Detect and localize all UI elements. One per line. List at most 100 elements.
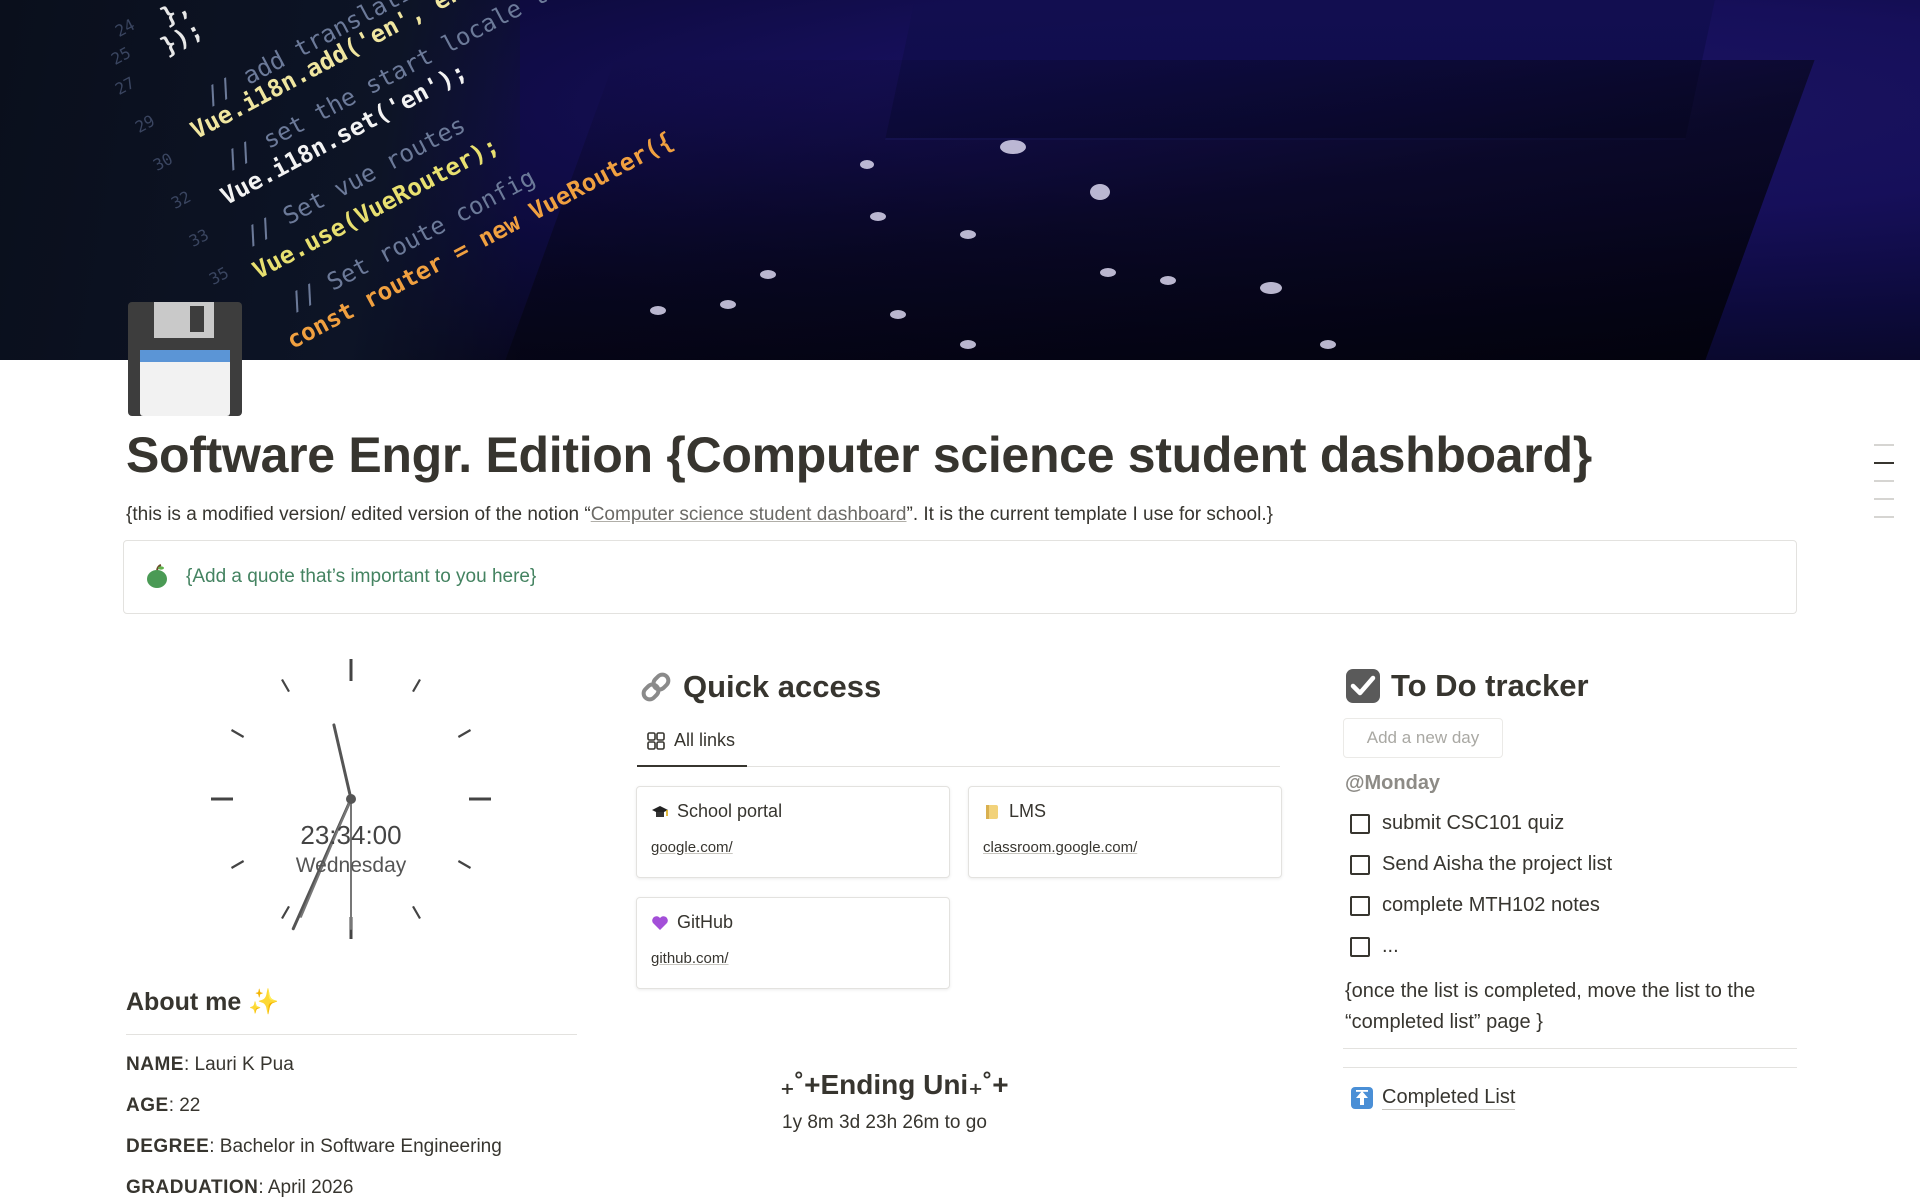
keyboard-key (960, 340, 976, 349)
todo-item[interactable]: submit CSC101 quiz (1350, 812, 1564, 835)
field-label: NAME (126, 1054, 184, 1075)
card-url[interactable]: classroom.google.com/ (983, 839, 1137, 856)
about-degree: DEGREE: Bachelor in Software Engineering (126, 1136, 502, 1158)
analog-clock (200, 652, 502, 954)
description-text: {this is a modified version/ edited vers… (126, 504, 591, 525)
toc-mark[interactable] (1874, 498, 1894, 500)
keyboard-key (890, 310, 906, 319)
scroll-icon (986, 804, 998, 819)
checkbox[interactable] (1350, 936, 1370, 957)
field-label: AGE (126, 1095, 169, 1116)
graduation-cap-icon (652, 805, 668, 817)
todo-text[interactable]: submit CSC101 quiz (1382, 812, 1564, 835)
cover-image: 24 25 27 29 30 32 33 35 }, }); // add tr… (0, 0, 1920, 360)
view-tab-all-links[interactable]: All links (646, 730, 735, 751)
keyboard-key (760, 270, 776, 279)
link-label[interactable]: Completed List (1382, 1086, 1516, 1110)
about-me-heading: About me ✨ (126, 988, 280, 1016)
card-name: School portal (677, 801, 783, 821)
keyboard-key (1260, 282, 1282, 294)
field-value: : April 2026 (258, 1177, 354, 1198)
card-title: LMS (983, 801, 1046, 822)
heading-text: Quick access (683, 669, 882, 704)
keyboard-key (650, 306, 666, 315)
clock-center (346, 794, 356, 804)
about-name: NAME: Lauri K Pua (126, 1054, 294, 1076)
card-name: GitHub (677, 912, 734, 932)
toc-mark[interactable] (1874, 516, 1894, 518)
keyboard-key (1100, 268, 1116, 277)
divider (1343, 1048, 1797, 1049)
keyboard-key (1090, 184, 1110, 200)
keyboard-key (1160, 276, 1176, 285)
table-of-contents-marks[interactable] (1874, 444, 1896, 534)
clock-tick (230, 729, 245, 738)
clock-digital-time: 23:34:00 (300, 820, 402, 850)
hour-hand (332, 723, 353, 801)
todo-text[interactable]: Send Aisha the project list (1382, 853, 1612, 876)
todo-item[interactable]: ... (1350, 935, 1399, 958)
about-graduation: GRADUATION: April 2026 (126, 1177, 353, 1199)
page-title[interactable]: Software Engr. Edition {Computer science… (126, 426, 1592, 484)
page-description: {this is a modified version/ edited vers… (126, 504, 1273, 526)
todo-text[interactable]: ... (1382, 935, 1399, 958)
keyboard-shadow (505, 60, 1815, 360)
field-label: GRADUATION (126, 1177, 259, 1198)
heading-text: To Do tracker (1391, 668, 1589, 703)
floppy-disk-icon[interactable] (126, 300, 244, 418)
active-tab-indicator (637, 765, 747, 767)
card-title: School portal (651, 801, 782, 822)
clock-tick (412, 678, 421, 693)
check-box-icon (1346, 669, 1380, 703)
description-text: ”. It is the current template I use for … (906, 504, 1273, 525)
card-title: GitHub (651, 912, 733, 933)
clock-tick (457, 729, 472, 738)
field-value: : Bachelor in Software Engineering (209, 1136, 502, 1157)
completed-list-link[interactable]: Completed List (1350, 1086, 1516, 1110)
card-name: LMS (1009, 801, 1047, 821)
up-arrow-icon (1351, 1087, 1373, 1109)
todo-item[interactable]: Send Aisha the project list (1350, 853, 1612, 876)
day-mention[interactable]: @Monday (1345, 772, 1440, 795)
keyboard-key (960, 230, 976, 239)
template-link[interactable]: Computer science student dashboard (591, 504, 907, 525)
divider (1343, 1067, 1797, 1068)
link-card-lms[interactable]: LMS classroom.google.com/ (968, 786, 1282, 878)
purple-heart-icon (652, 915, 668, 930)
keyboard-key (860, 160, 874, 169)
gallery-grid-icon (647, 731, 665, 750)
toc-mark[interactable] (1874, 444, 1894, 446)
quote-text: {Add a quote that’s important to you her… (186, 566, 537, 587)
todo-heading: To Do tracker (1345, 668, 1589, 704)
add-new-day-button[interactable]: Add a new day (1343, 718, 1503, 758)
checkbox[interactable] (1350, 813, 1370, 834)
keyboard-key (870, 212, 886, 221)
todo-text[interactable]: complete MTH102 notes (1382, 894, 1600, 917)
link-card-school-portal[interactable]: School portal google.com/ (636, 786, 950, 878)
field-value: : 22 (168, 1095, 201, 1116)
keyboard-key (1320, 340, 1336, 349)
toc-mark[interactable] (1874, 480, 1894, 482)
toc-mark-active[interactable] (1874, 462, 1894, 464)
clock-tick (281, 905, 290, 920)
clock-weekday: Wednesday (295, 854, 407, 877)
link-card-github[interactable]: GitHub github.com/ (636, 897, 950, 989)
quick-access-heading: Quick access (637, 668, 881, 706)
todo-item[interactable]: complete MTH102 notes (1350, 894, 1600, 917)
field-value: : Lauri K Pua (183, 1054, 294, 1075)
clock-tick (281, 678, 290, 693)
tab-label: All links (674, 730, 736, 750)
card-url[interactable]: github.com/ (651, 950, 729, 967)
quote-callout[interactable]: {Add a quote that’s important to you her… (123, 540, 1797, 614)
checkbox[interactable] (1350, 895, 1370, 916)
checkbox[interactable] (1350, 854, 1370, 875)
clock-tick (412, 905, 421, 920)
field-label: DEGREE (126, 1136, 210, 1157)
countdown-remaining: 1y 8m 3d 23h 26m to go (782, 1112, 987, 1133)
divider (126, 1034, 577, 1035)
about-age: AGE: 22 (126, 1095, 200, 1117)
card-url[interactable]: google.com/ (651, 839, 733, 856)
countdown-title: ₊˚+Ending Uni₊˚+ (780, 1069, 1009, 1100)
keyboard-key (1000, 140, 1026, 154)
green-apple-icon (147, 564, 167, 588)
